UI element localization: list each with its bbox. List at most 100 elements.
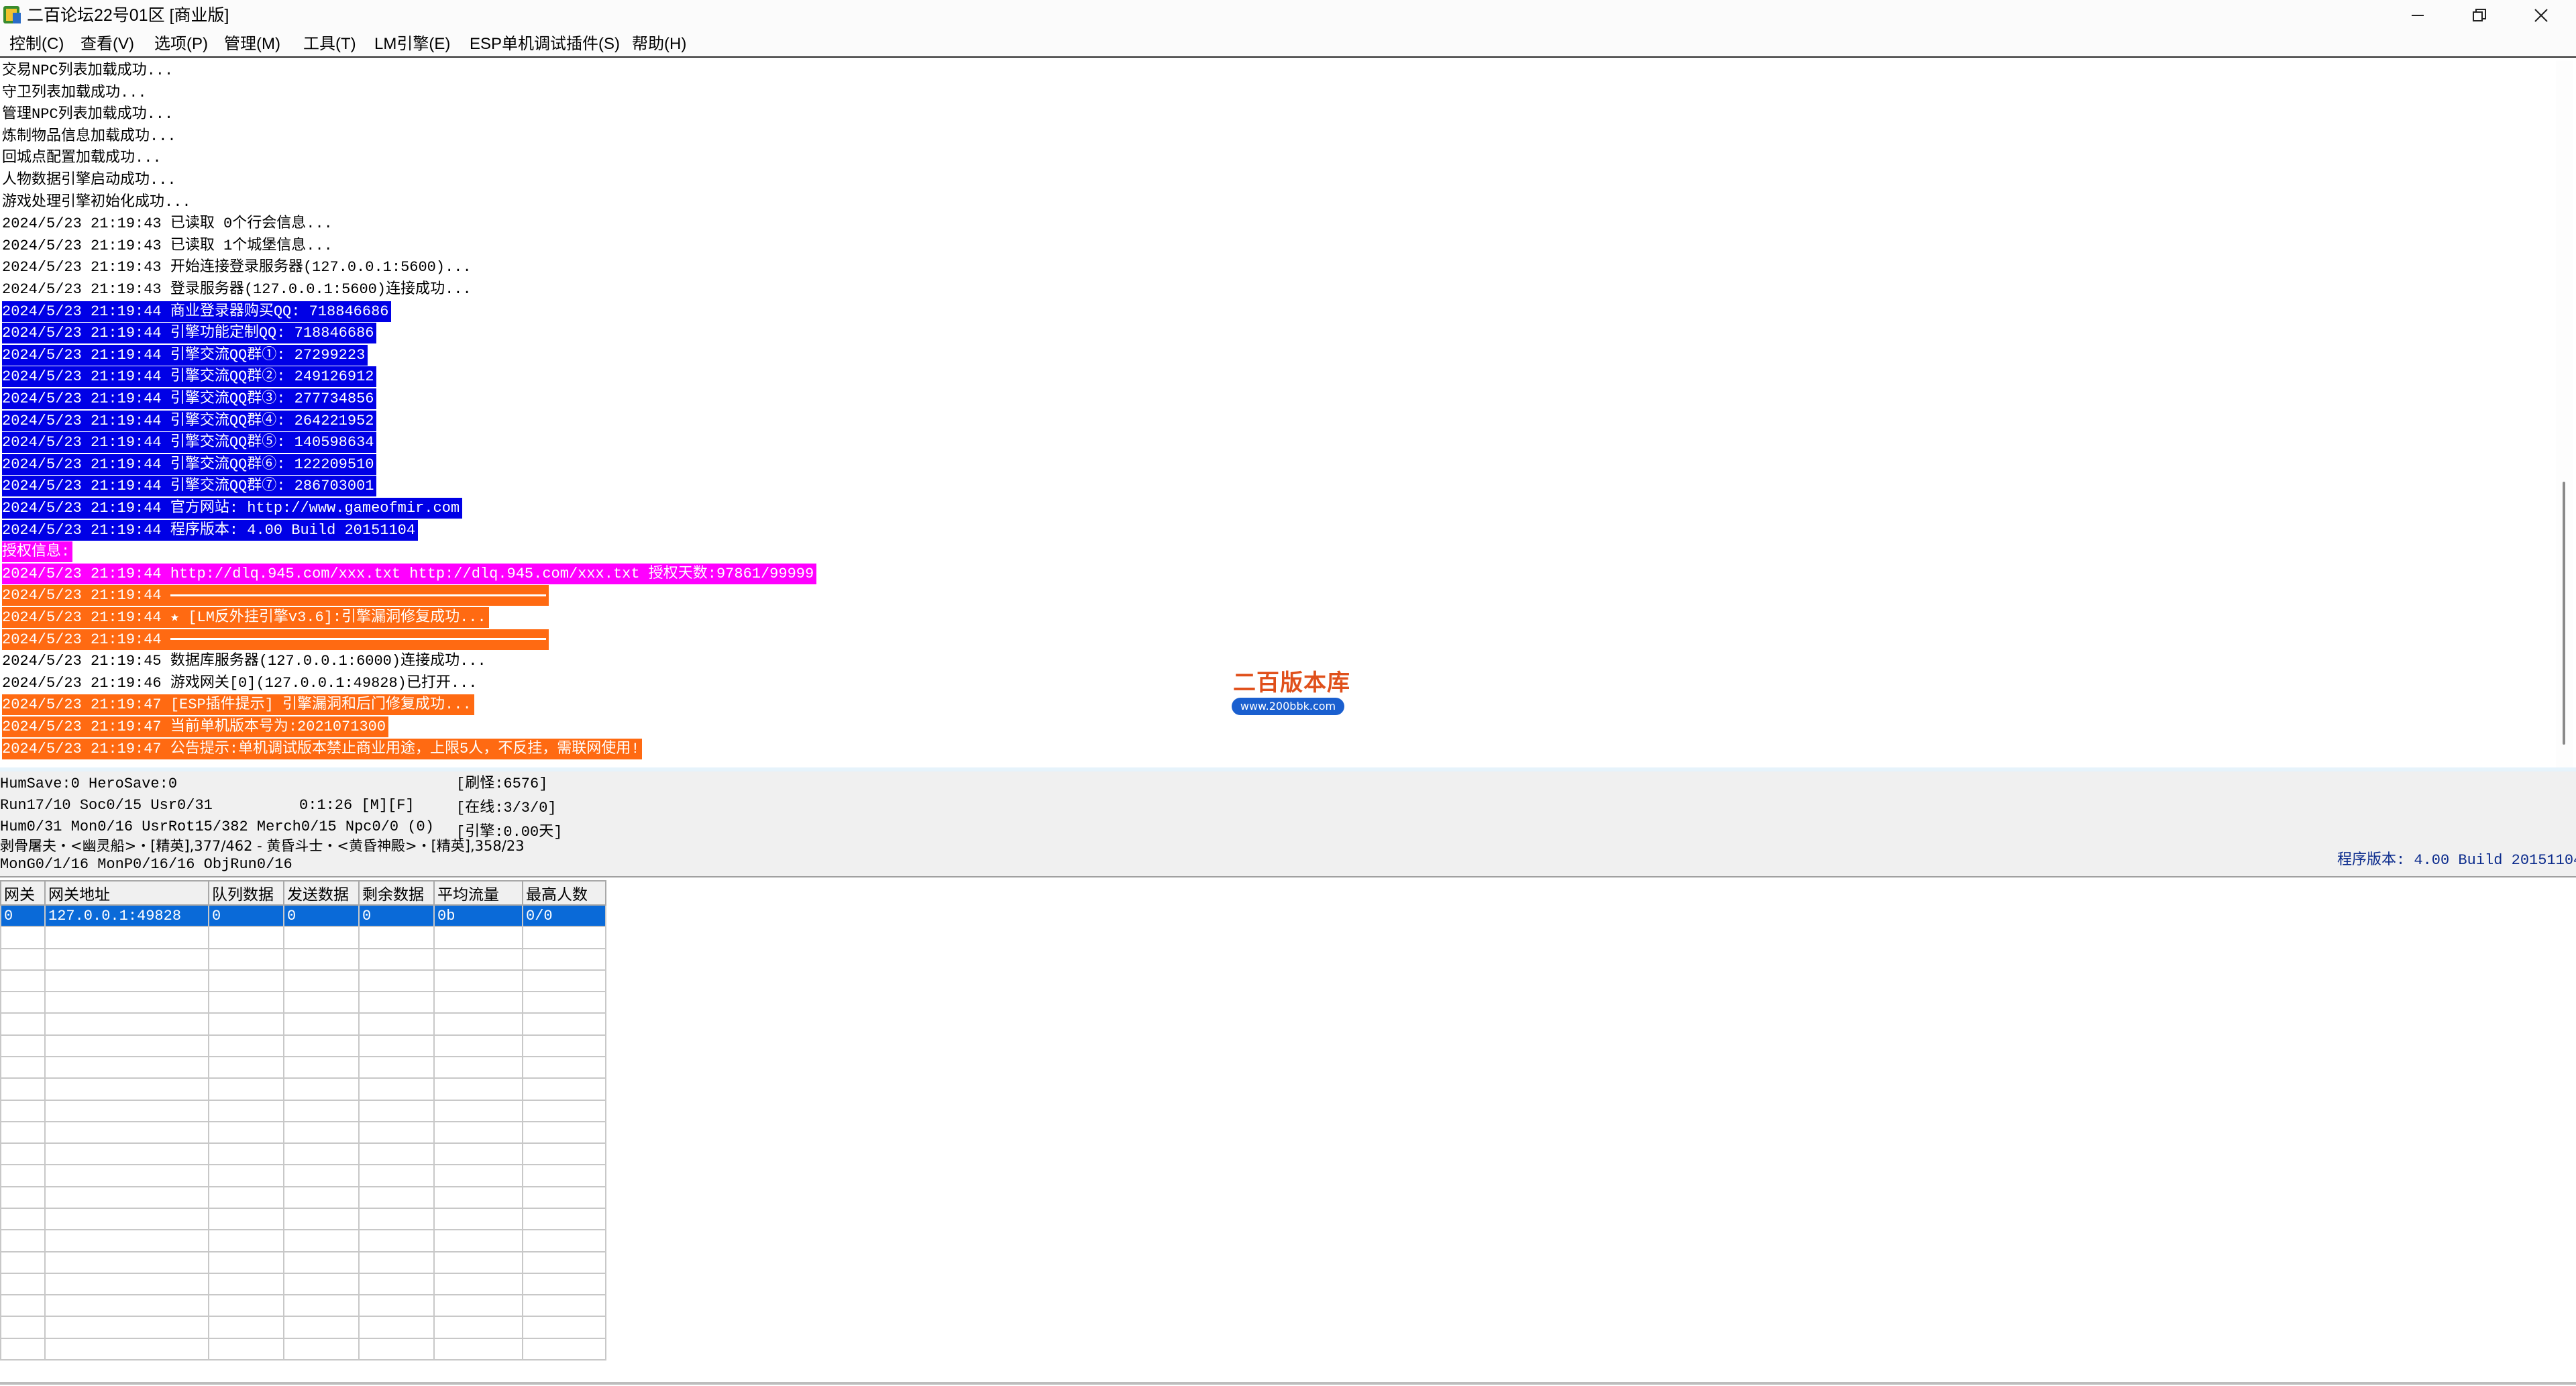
status-engine-days: [引擎:0.00天] [456, 824, 563, 841]
table-cell [433, 1012, 523, 1036]
table-row[interactable] [0, 1164, 606, 1187]
table-cell [0, 947, 46, 971]
log-line: 2024/5/23 21:19:44 引擎交流QQ群⑤: 140598634 [2, 432, 377, 454]
table-row[interactable] [0, 969, 606, 993]
table-row[interactable] [0, 1294, 606, 1318]
table-cell [522, 1034, 606, 1057]
table-cell [433, 969, 523, 993]
log-line-text: 2024/5/23 21:19:43 已读取 0个行会信息... [2, 215, 333, 233]
app-icon [3, 6, 21, 23]
log-line-text: 2024/5/23 21:19:44 程序版本: 4.00 Build 2015… [2, 521, 416, 539]
table-cell [208, 947, 284, 971]
table-row[interactable] [0, 1207, 606, 1231]
table-row[interactable] [0, 1099, 606, 1122]
table-row[interactable] [0, 1012, 606, 1036]
table-cell [0, 1316, 46, 1339]
table-row[interactable] [0, 1185, 606, 1209]
table-row[interactable] [0, 1272, 606, 1296]
column-header-average-traffic[interactable]: 平均流量 [433, 880, 523, 906]
column-header-gateway-address[interactable]: 网关地址 [44, 880, 209, 906]
column-header-queue-data[interactable]: 队列数据 [208, 880, 284, 906]
log-line-text: 2024/5/23 21:19:44 http://dlq.945.com/xx… [2, 565, 814, 582]
table-cell [44, 1207, 209, 1231]
menu-esp-plugin[interactable]: ESP单机调试插件(S) [470, 33, 620, 56]
table-row[interactable] [0, 1142, 606, 1166]
table-cell [283, 1077, 360, 1101]
log-line-text: 2024/5/23 21:19:44 引擎交流QQ群⑥: 122209510 [2, 456, 374, 473]
window-bottom-border [0, 1382, 2576, 1385]
column-header-gateway[interactable]: 网关 [0, 880, 46, 906]
menu-lm-engine[interactable]: LM引擎(E) [374, 33, 450, 56]
table-row[interactable]: 0 127.0.0.1:49828 0 0 0 0b 0/0 [0, 904, 606, 928]
table-cell: 0b [433, 904, 523, 928]
table-row[interactable] [0, 947, 606, 971]
table-cell [283, 1012, 360, 1036]
column-header-sent-data[interactable]: 发送数据 [283, 880, 360, 906]
column-header-max-players[interactable]: 最高人数 [522, 880, 606, 906]
table-cell [44, 969, 209, 993]
log-line: 2024/5/23 21:19:44 引擎功能定制QQ: 718846686 [2, 323, 377, 344]
table-row[interactable] [0, 1337, 606, 1361]
table-cell [208, 969, 284, 993]
table-cell [44, 1012, 209, 1036]
table-cell [358, 1077, 435, 1101]
table-row[interactable] [0, 1120, 606, 1144]
table-cell [0, 991, 46, 1014]
table-row[interactable] [0, 1316, 606, 1339]
watermark-logo-text: 二百版本库 [1233, 670, 1350, 696]
table-row[interactable] [0, 1034, 606, 1057]
log-scrollbar[interactable] [2556, 60, 2573, 767]
table-cell [44, 947, 209, 971]
log-line: 2024/5/23 21:19:43 开始连接登录服务器(127.0.0.1:5… [2, 257, 474, 278]
table-cell: 127.0.0.1:49828 [44, 904, 209, 928]
table-cell [283, 1337, 360, 1361]
table-cell [0, 1294, 46, 1318]
menu-control[interactable]: 控制(C) [9, 33, 64, 56]
log-line-text: 回城点配置加载成功... [2, 150, 162, 167]
table-cell [208, 991, 284, 1014]
menu-view[interactable]: 查看(V) [80, 33, 134, 56]
table-row[interactable] [0, 1055, 606, 1079]
gateway-table[interactable]: 网关 网关地址 队列数据 发送数据 剩余数据 平均流量 最高人数 0 127.0.… [0, 880, 606, 1361]
menu-bar: 控制(C) 查看(V) 选项(P) 管理(M) 工具(T) LM引擎(E) ES… [0, 31, 2576, 58]
log-line-text: 2024/5/23 21:19:43 登录服务器(127.0.0.1:5600)… [2, 281, 472, 298]
table-cell [433, 1294, 523, 1318]
table-cell [433, 1164, 523, 1187]
column-header-remaining-data[interactable]: 剩余数据 [358, 880, 435, 906]
log-line: 2024/5/23 21:19:44 引擎交流QQ群③: 277734856 [2, 388, 377, 409]
table-header-row: 网关 网关地址 队列数据 发送数据 剩余数据 平均流量 最高人数 [0, 880, 606, 906]
log-line-text: 2024/5/23 21:19:43 开始连接登录服务器(127.0.0.1:5… [2, 259, 472, 276]
log-line: 2024/5/23 21:19:43 登录服务器(127.0.0.1:5600)… [2, 279, 474, 300]
log-line-text: 2024/5/23 21:19:44 官方网站: http://www.game… [2, 500, 460, 517]
close-button[interactable] [2510, 0, 2572, 31]
log-line: 游戏处理引擎初始化成功... [2, 192, 194, 213]
table-cell: 0 [283, 904, 360, 928]
table-cell [0, 1120, 46, 1144]
table-row[interactable] [0, 991, 606, 1014]
log-line: 2024/5/23 21:19:44 引擎交流QQ群④: 264221952 [2, 410, 377, 431]
status-line-monsters: 剥骨屠夫・<幽灵船>・[精英],377/462 - 黄昏斗士・<黄昏神殿>・[精… [0, 838, 525, 854]
table-row[interactable] [0, 1077, 606, 1101]
scrollbar-thumb[interactable] [2563, 482, 2565, 745]
log-line: 2024/5/23 21:19:44 引擎交流QQ群⑥: 122209510 [2, 454, 377, 475]
log-line: 2024/5/23 21:19:44 http://dlq.945.com/xx… [2, 563, 817, 584]
table-cell [522, 991, 606, 1014]
table-cell [522, 1055, 606, 1079]
table-row[interactable] [0, 926, 606, 949]
minimize-button[interactable] [2387, 0, 2449, 31]
menu-help[interactable]: 帮助(H) [632, 33, 686, 56]
table-cell [0, 1250, 46, 1274]
status-line-objects: MonG0/1/16 MonP0/16/16 ObjRun0/16 [0, 856, 292, 873]
log-output[interactable]: 交易NPC列表加载成功... 守卫列表加载成功... 管理NPC列表加载成功... 炼… [0, 60, 2556, 767]
table-row[interactable] [0, 1250, 606, 1274]
menu-options[interactable]: 选项(P) [154, 33, 208, 56]
menu-tools[interactable]: 工具(T) [303, 33, 356, 56]
table-cell [283, 1034, 360, 1057]
table-cell [0, 1142, 46, 1166]
menu-manage[interactable]: 管理(M) [224, 33, 280, 56]
table-cell [208, 1099, 284, 1122]
table-row[interactable] [0, 1229, 606, 1252]
maximize-button[interactable] [2449, 0, 2510, 31]
table-cell [44, 1316, 209, 1339]
table-cell: 0 [0, 904, 46, 928]
